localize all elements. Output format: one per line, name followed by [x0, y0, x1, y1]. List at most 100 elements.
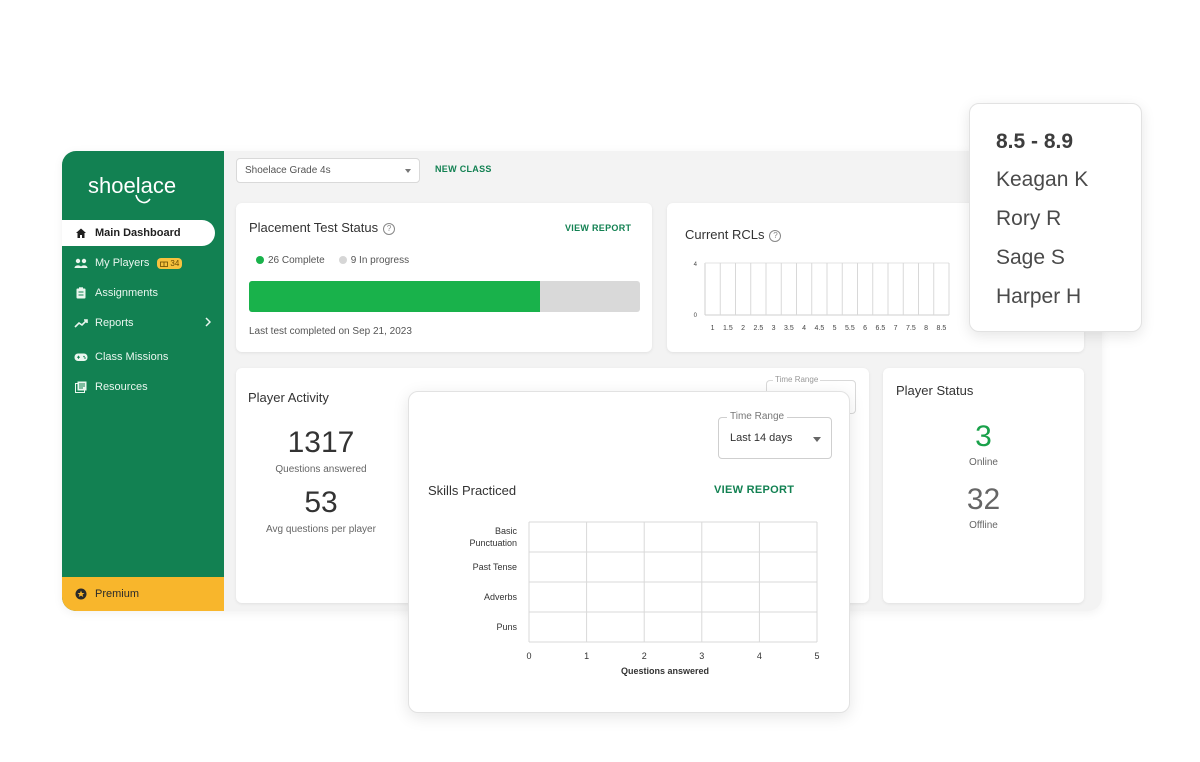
library-icon	[74, 380, 88, 394]
player-status-card: Player Status 3 Online 32 Offline	[883, 368, 1084, 603]
skills-practiced-card: Time Range Last 14 days Skills Practiced…	[408, 391, 850, 713]
clipboard-icon	[74, 286, 88, 300]
skills-x-tick: 0	[526, 651, 531, 661]
sidebar-item-resources[interactable]: Resources	[62, 374, 215, 400]
placement-legend: 26 Complete 9 In progress	[256, 255, 409, 266]
caret-down-icon	[813, 437, 821, 442]
rcl-x-tick: 5.5	[845, 325, 855, 332]
users-icon	[74, 256, 88, 270]
rcl-popup-name: Sage S	[996, 246, 1065, 269]
new-class-button[interactable]: NEW CLASS	[435, 164, 492, 174]
logo-text: shoelace	[88, 173, 176, 198]
skills-x-axis-label: Questions answered	[621, 666, 709, 676]
home-icon	[74, 226, 88, 240]
premium-label: Premium	[95, 588, 140, 600]
gift-icon	[160, 261, 169, 267]
skills-title: Skills Practiced	[428, 483, 517, 498]
last-test-text: Last test completed on Sep 21, 2023	[249, 326, 412, 337]
legend-complete: 26 Complete	[256, 255, 325, 266]
skills-category-label: Puns	[496, 622, 517, 632]
rcl-x-tick: 3.5	[784, 325, 794, 332]
placement-progress-bar	[249, 281, 640, 312]
green-dot-icon	[256, 256, 264, 264]
sidebar-item-assignments[interactable]: Assignments	[62, 280, 215, 306]
skills-x-tick: 4	[757, 651, 762, 661]
badge-count: 34	[170, 258, 180, 268]
chevron-right-icon	[205, 317, 212, 330]
skills-x-tick: 5	[814, 651, 819, 661]
players-badge: 34	[157, 257, 183, 269]
avg-questions-value: 53	[304, 486, 338, 519]
rcl-range-heading: 8.5 - 8.9	[996, 130, 1074, 153]
rcl-x-tick: 1.5	[723, 325, 733, 332]
premium-button[interactable]: Premium	[62, 577, 224, 611]
rcl-x-tick: 4	[802, 325, 806, 332]
rcl-x-tick: 5	[833, 325, 837, 332]
placement-test-card: Placement Test Status? VIEW REPORT 26 Co…	[236, 203, 652, 352]
sidebar-item-label: Main Dashboard	[95, 227, 181, 239]
offline-label: Offline	[969, 520, 998, 531]
rcl-x-tick: 7	[894, 325, 898, 332]
sidebar-item-class-missions[interactable]: Class Missions	[62, 344, 215, 370]
skills-view-report[interactable]: VIEW REPORT	[714, 484, 794, 496]
skills-x-tick: 1	[584, 651, 589, 661]
legend-in-progress: 9 In progress	[338, 255, 409, 266]
online-count: 3	[975, 420, 992, 453]
sidebar-item-label: My Players	[95, 257, 150, 269]
sidebar-item-label: Class Missions	[95, 351, 169, 363]
rcl-x-tick: 4.5	[815, 325, 825, 332]
skills-category-label: Basic	[495, 526, 518, 536]
rcl-popup-name: Keagan K	[996, 168, 1089, 191]
rcl-x-tick: 8.5	[937, 325, 947, 332]
rcl-x-tick: 8	[924, 325, 928, 332]
questions-answered-value: 1317	[287, 426, 355, 459]
questions-answered-label: Questions answered	[275, 464, 367, 475]
sidebar-item-label: Resources	[95, 381, 148, 393]
skills-category-label: Punctuation	[469, 538, 517, 548]
sidebar-item-label: Assignments	[95, 287, 158, 299]
class-select[interactable]: Shoelace Grade 4s	[236, 158, 420, 183]
skills-x-tick: 3	[699, 651, 704, 661]
status-title: Player Status	[896, 383, 974, 398]
offline-count: 32	[966, 483, 1001, 516]
rcl-x-tick: 2	[741, 325, 745, 332]
rcl-x-tick: 6.5	[876, 325, 886, 332]
gray-dot-icon	[338, 256, 347, 264]
time-range-label: Time Range	[727, 411, 788, 422]
rcl-x-tick: 6	[863, 325, 867, 332]
sidebar-item-label: Reports	[95, 317, 134, 329]
placement-view-report[interactable]: VIEW REPORT	[565, 223, 631, 233]
sidebar-item-my-players[interactable]: My Players 34	[62, 250, 215, 276]
skills-chart: 0 1 2 3 4 5 Basic Punctuation Past Tense Adverbs P…	[469, 521, 820, 676]
help-icon[interactable]: ?	[383, 223, 396, 235]
rcl-x-tick: 2.5	[754, 325, 764, 332]
star-badge-icon	[74, 587, 88, 601]
time-range-value: Last 14 days	[730, 432, 793, 444]
rcl-x-tick: 1	[711, 325, 715, 332]
shoelace-logo[interactable]: shoelace	[86, 165, 206, 209]
class-select-value: Shoelace Grade 4s	[245, 165, 331, 176]
trend-icon	[74, 316, 88, 330]
help-icon[interactable]: ?	[769, 230, 782, 242]
online-label: Online	[969, 457, 998, 468]
sidebar-item-reports[interactable]: Reports	[62, 310, 215, 336]
rcl-popup-name: Rory R	[996, 207, 1062, 230]
gamepad-icon	[74, 350, 88, 364]
rcl-popup-card: 8.5 - 8.9 Keagan K Rory R Sage S Harper …	[969, 103, 1142, 332]
activity-title: Player Activity	[248, 390, 329, 405]
sidebar: shoelace Main Dashboard My Players 34 As…	[62, 151, 224, 611]
skills-x-tick: 2	[642, 651, 647, 661]
placement-title: Placement Test Status?	[249, 220, 396, 235]
time-range-select[interactable]: Time Range Last 14 days	[718, 411, 832, 459]
rcl-title: Current RCLs?	[685, 227, 782, 242]
avg-questions-label: Avg questions per player	[266, 524, 376, 535]
rcl-y-tick: 0	[694, 313, 698, 319]
skills-category-label: Adverbs	[484, 592, 518, 602]
caret-down-icon	[405, 169, 411, 173]
ghost-time-range-label: Time Range	[773, 375, 821, 384]
rcl-popup-name: Harper H	[996, 285, 1082, 308]
rcl-x-tick: 3	[772, 325, 776, 332]
rcl-chart: 1 1.5 2 2.5 3 3.5 4 4.5 5 5.5 6 6.5 7 7.5 8 8.5 4 0	[694, 262, 950, 332]
rcl-x-tick: 7.5	[906, 325, 916, 332]
sidebar-item-main-dashboard[interactable]: Main Dashboard	[62, 220, 215, 246]
